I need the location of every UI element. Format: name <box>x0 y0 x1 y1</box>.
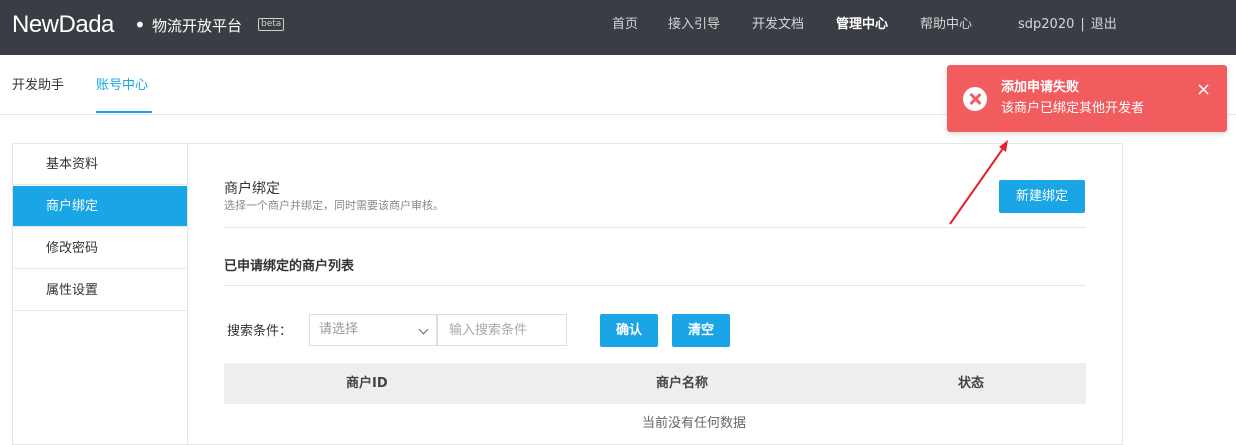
logo-separator-dot: • <box>134 13 146 37</box>
nav-help[interactable]: 帮助中心 <box>920 16 972 34</box>
user-area: sdp2020 | 退出 <box>1018 16 1117 34</box>
nav-home[interactable]: 首页 <box>612 16 638 34</box>
tab-dev-assistant[interactable]: 开发助手 <box>12 77 64 95</box>
section-title: 商户绑定 <box>224 181 280 197</box>
platform-name: 物流开放平台 <box>152 17 243 35</box>
nav-guide[interactable]: 接入引导 <box>668 16 720 34</box>
confirm-button[interactable]: 确认 <box>600 314 658 347</box>
search-input[interactable] <box>437 314 567 346</box>
section-description: 选择一个商户并绑定，同时需要该商户审核。 <box>224 199 444 212</box>
new-binding-button[interactable]: 新建绑定 <box>999 180 1085 213</box>
sidebar-item-settings[interactable]: 属性设置 <box>13 270 187 311</box>
error-toast: 添加申请失败 该商户已绑定其他开发者 × <box>947 65 1227 132</box>
select-placeholder: 请选择 <box>319 322 359 337</box>
logout-link[interactable]: 退出 <box>1091 17 1117 32</box>
clear-button[interactable]: 清空 <box>672 314 730 347</box>
search-condition-select[interactable]: 请选择 <box>309 314 437 346</box>
divider <box>224 227 1086 228</box>
nav-docs[interactable]: 开发文档 <box>752 16 804 34</box>
toast-title: 添加申请失败 <box>1001 80 1080 95</box>
sidebar-item-change-password[interactable]: 修改密码 <box>13 228 187 269</box>
username[interactable]: sdp2020 <box>1018 17 1074 32</box>
sidebar-item-profile[interactable]: 基本资料 <box>13 144 187 185</box>
tab-account-center[interactable]: 账号中心 <box>96 77 148 95</box>
list-title: 已申请绑定的商户列表 <box>224 259 355 274</box>
active-tab-indicator <box>96 111 152 113</box>
top-navbar: NewDada • 物流开放平台 beta 首页 接入引导 开发文档 管理中心 … <box>0 0 1236 55</box>
error-icon <box>963 87 987 111</box>
empty-table-message: 当前没有任何数据 <box>641 416 746 431</box>
column-merchant-name: 商户名称 <box>656 376 709 391</box>
nav-management[interactable]: 管理中心 <box>836 16 888 34</box>
column-status: 状态 <box>958 376 985 391</box>
toast-message: 该商户已绑定其他开发者 <box>1001 101 1145 116</box>
table-header: 商户ID 商户名称 状态 <box>224 363 1086 404</box>
logo[interactable]: NewDada <box>12 10 114 40</box>
chevron-down-icon <box>418 324 429 335</box>
close-icon[interactable]: × <box>1196 80 1211 100</box>
column-merchant-id: 商户ID <box>346 376 388 391</box>
user-separator: | <box>1080 17 1085 32</box>
sidebar: 基本资料 商户绑定 修改密码 属性设置 <box>13 144 188 444</box>
content-card: 基本资料 商户绑定 修改密码 属性设置 商户绑定 选择一个商户并绑定，同时需要该… <box>12 143 1123 445</box>
divider <box>224 285 1086 286</box>
sidebar-item-merchant-binding[interactable]: 商户绑定 <box>13 186 187 227</box>
beta-badge: beta <box>258 18 285 31</box>
search-label: 搜索条件： <box>227 324 293 339</box>
